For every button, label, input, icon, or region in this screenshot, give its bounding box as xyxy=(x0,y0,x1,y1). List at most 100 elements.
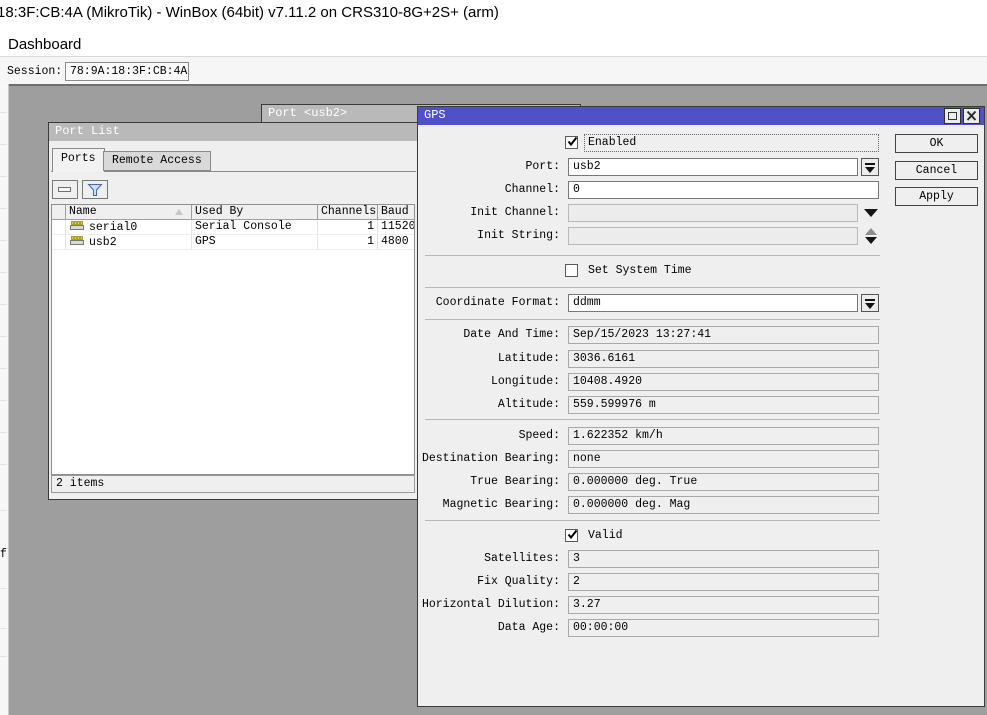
date-and-time-field: Sep/15/2023 13:27:41 xyxy=(568,326,879,344)
close-icon xyxy=(964,109,979,123)
true-bearing-label: True Bearing: xyxy=(470,473,560,491)
status-bar: 2 items xyxy=(51,475,415,493)
init-channel-label: Init Channel: xyxy=(470,204,560,222)
init-string-field[interactable] xyxy=(568,227,858,245)
separator xyxy=(425,520,880,521)
init-string-label: Init String: xyxy=(477,227,560,245)
true-bearing-row: True Bearing: 0.000000 deg. True xyxy=(418,473,984,491)
gps-titlebar[interactable]: GPS xyxy=(418,107,984,125)
ok-button[interactable]: OK xyxy=(895,134,978,153)
coordinate-format-row: Coordinate Format: ddmm xyxy=(418,294,984,312)
speed-label: Speed: xyxy=(519,427,560,445)
longitude-row: Longitude: 10408.4920 xyxy=(418,373,984,391)
dropdown-arrow-icon xyxy=(865,303,875,309)
session-value-box[interactable]: 78:9A:18:3F:CB:4A xyxy=(65,62,189,81)
channel-field[interactable]: 0 xyxy=(568,181,879,199)
tab-remote-access[interactable]: Remote Access xyxy=(103,151,211,171)
separator xyxy=(425,287,880,288)
serial-port-icon xyxy=(69,220,85,231)
minus-icon xyxy=(58,187,71,192)
longitude-label: Longitude: xyxy=(491,373,560,391)
check-icon xyxy=(566,135,579,148)
coordinate-format-field[interactable]: ddmm xyxy=(568,294,858,312)
enabled-checkbox[interactable] xyxy=(565,136,578,149)
horizontal-dilution-label: Horizontal Dilution: xyxy=(422,596,560,614)
sort-asc-icon xyxy=(175,209,183,215)
tab-ports[interactable]: Ports xyxy=(52,148,105,172)
spinner-up-icon[interactable] xyxy=(865,228,877,235)
spinner-down-icon[interactable] xyxy=(865,237,877,244)
fix-quality-field: 2 xyxy=(568,573,879,591)
enabled-label: Enabled xyxy=(588,136,636,150)
col-channels[interactable]: Channels xyxy=(318,205,378,219)
maximize-button[interactable] xyxy=(944,108,961,124)
magnetic-bearing-label: Magnetic Bearing: xyxy=(443,496,560,514)
maximize-icon xyxy=(948,112,957,120)
horizontal-dilution-field: 3.27 xyxy=(568,596,879,614)
menu-dashboard[interactable]: Dashboard xyxy=(8,36,81,53)
separator xyxy=(425,319,880,320)
magnetic-bearing-row: Magnetic Bearing: 0.000000 deg. Mag xyxy=(418,496,984,514)
table-row[interactable]: serial0 Serial Console 1 115200 xyxy=(52,220,414,235)
table-row[interactable]: usb2 GPS 1 4800 xyxy=(52,235,414,250)
set-system-time-row: Set System Time xyxy=(418,263,984,281)
destination-bearing-label: Destination Bearing: xyxy=(422,450,560,468)
fix-quality-row: Fix Quality: 2 xyxy=(418,573,984,591)
col-baud[interactable]: Baud xyxy=(378,205,414,219)
magnetic-bearing-field: 0.000000 deg. Mag xyxy=(568,496,879,514)
port-dropdown-button[interactable] xyxy=(861,158,879,176)
destination-bearing-field: none xyxy=(568,450,879,468)
window-gps: GPS Enabled OK Cancel Apply Port: usb2 C… xyxy=(417,106,985,707)
separator xyxy=(425,255,880,256)
port-table: Name Used By Channels Baud serial0 Seria… xyxy=(51,204,415,475)
app-title: 18:3F:CB:4A (MikroTik) - WinBox (64bit) … xyxy=(0,4,499,21)
date-and-time-row: Date And Time: Sep/15/2023 13:27:41 xyxy=(418,326,984,344)
coordinate-format-label: Coordinate Format: xyxy=(436,294,560,312)
filter-button[interactable] xyxy=(82,180,108,199)
separator xyxy=(425,419,880,420)
dropdown-arrow-icon xyxy=(865,167,875,173)
date-and-time-label: Date And Time: xyxy=(463,326,560,344)
col-blank[interactable] xyxy=(52,205,66,219)
serial-port-icon xyxy=(69,235,85,246)
minus-button[interactable] xyxy=(52,180,78,199)
valid-checkbox[interactable] xyxy=(565,529,578,542)
port-field[interactable]: usb2 xyxy=(568,158,858,176)
satellites-label: Satellites: xyxy=(484,550,560,568)
latitude-field: 3036.6161 xyxy=(568,350,879,368)
latitude-row: Latitude: 3036.6161 xyxy=(418,350,984,368)
port-list-titlebar[interactable]: Port List xyxy=(49,123,417,141)
altitude-field: 559.599976 m xyxy=(568,396,879,414)
channel-label: Channel: xyxy=(505,181,560,199)
coordinate-format-dropdown-button[interactable] xyxy=(861,294,879,312)
set-system-time-checkbox[interactable] xyxy=(565,264,578,277)
init-string-row: Init String: xyxy=(418,227,984,245)
window-port-list: Port List Ports Remote Access Name Used … xyxy=(48,122,418,500)
data-age-field: 00:00:00 xyxy=(568,619,879,637)
sidebar-sliver: f xyxy=(0,84,9,715)
filter-funnel-icon xyxy=(87,183,103,197)
valid-row: Valid xyxy=(418,527,984,545)
speed-field: 1.622352 km/h xyxy=(568,427,879,445)
altitude-row: Altitude: 559.599976 m xyxy=(418,396,984,414)
satellites-field: 3 xyxy=(568,550,879,568)
channel-row: Channel: 0 xyxy=(418,181,984,199)
col-used-by[interactable]: Used By xyxy=(192,205,318,219)
init-channel-field[interactable] xyxy=(568,204,858,222)
port-label: Port: xyxy=(525,158,560,176)
valid-label: Valid xyxy=(588,529,623,543)
sidebar-partial-text: f xyxy=(0,548,7,561)
session-bar: Session: 78:9A:18:3F:CB:4A xyxy=(0,56,987,84)
data-age-label: Data Age: xyxy=(498,619,560,637)
fix-quality-label: Fix Quality: xyxy=(477,573,560,591)
close-button[interactable] xyxy=(963,108,980,124)
longitude-field: 10408.4920 xyxy=(568,373,879,391)
table-header[interactable]: Name Used By Channels Baud xyxy=(52,205,414,220)
true-bearing-field: 0.000000 deg. True xyxy=(568,473,879,491)
init-channel-dropdown-icon[interactable] xyxy=(864,209,878,217)
latitude-label: Latitude: xyxy=(498,350,560,368)
horizontal-dilution-row: Horizontal Dilution: 3.27 xyxy=(418,596,984,614)
init-channel-row: Init Channel: xyxy=(418,204,984,222)
satellites-row: Satellites: 3 xyxy=(418,550,984,568)
col-name[interactable]: Name xyxy=(66,205,192,219)
